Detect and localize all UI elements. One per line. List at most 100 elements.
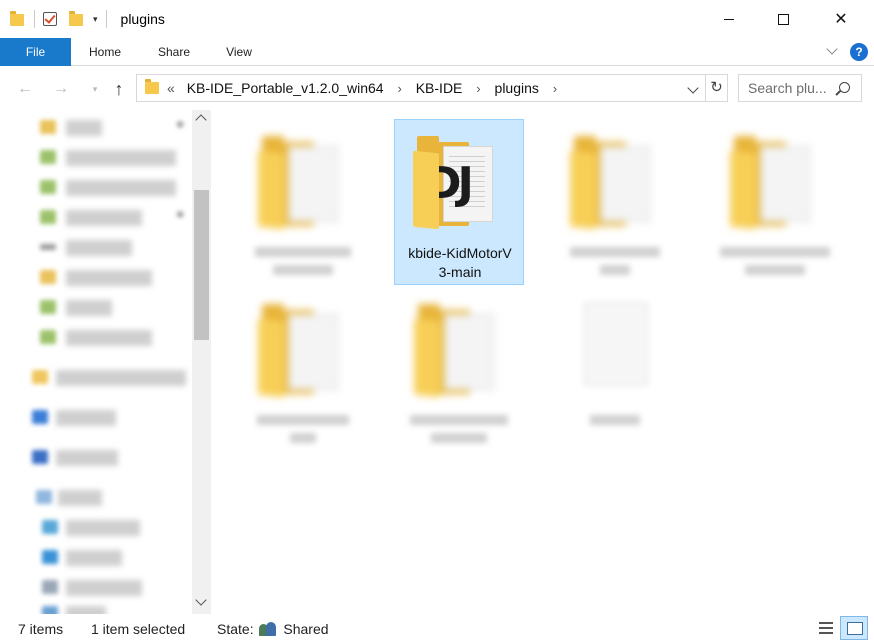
pin-icon: ✱ (176, 120, 185, 131)
folder-icon (32, 370, 48, 384)
folder-icon (42, 520, 58, 534)
nav-item[interactable] (0, 546, 190, 570)
nav-item-label (66, 150, 176, 166)
nav-item-label (66, 580, 142, 596)
folder-icon (42, 606, 58, 614)
chevron-right-icon[interactable]: › (553, 81, 557, 96)
shared-people-icon (259, 622, 277, 636)
nav-item[interactable] (0, 176, 190, 200)
quick-access-toolbar: ▾ plugins (0, 0, 165, 38)
recent-locations-dropdown[interactable]: ▾ (84, 78, 106, 100)
nav-item[interactable] (0, 576, 190, 600)
large-icons-view-icon[interactable] (840, 616, 868, 640)
nav-item-label (56, 370, 186, 386)
nav-item-label (66, 330, 152, 346)
folder-item[interactable]: J (238, 120, 368, 286)
folder-item[interactable]: J (394, 288, 524, 454)
divider (34, 10, 35, 28)
nav-item[interactable] (0, 406, 190, 430)
nav-item[interactable] (0, 146, 190, 170)
folder-icon: J (414, 300, 504, 398)
nav-item-label (66, 240, 132, 256)
nav-item[interactable]: ✱ (0, 116, 190, 140)
tab-share[interactable]: Share (152, 38, 196, 66)
tab-home[interactable]: Home (80, 38, 130, 66)
nav-item[interactable] (0, 366, 190, 390)
nav-item[interactable] (0, 446, 190, 470)
nav-item[interactable] (0, 516, 190, 540)
nav-item[interactable]: ✱ (0, 206, 190, 230)
address-history-chevron-down-icon[interactable] (687, 82, 699, 94)
customize-toolbar-dropdown-icon[interactable]: ▾ (93, 14, 98, 25)
close-button[interactable]: ✕ (818, 0, 864, 38)
back-button[interactable]: ← (14, 78, 36, 100)
folder-item-label (242, 412, 364, 448)
file-item-label (554, 412, 676, 430)
breadcrumb-item-kb-ide-portable[interactable]: KB-IDE_Portable_v1.2.0_win64 (187, 80, 384, 96)
nav-item-label (58, 490, 102, 506)
nav-item[interactable] (0, 266, 190, 290)
ribbon-tabs: File Home Share View ? (0, 38, 874, 66)
breadcrumb-item-kb-ide[interactable]: KB-IDE (416, 80, 463, 96)
folder-icon: J (258, 300, 348, 398)
nav-item-label (66, 550, 122, 566)
minimize-button[interactable] (706, 0, 752, 38)
divider (105, 10, 107, 28)
up-button[interactable]: ↑ (108, 78, 130, 100)
share-state-value: Shared (283, 621, 329, 637)
folder-icon: J (730, 132, 820, 230)
folder-icon (40, 120, 56, 134)
pin-icon: ✱ (176, 210, 185, 221)
nav-item-label (56, 410, 116, 426)
status-bar: 7 items 1 item selected State: Shared (0, 614, 874, 643)
folder-item-label: kbide-KidMotorV 3-main (399, 244, 521, 282)
help-icon[interactable]: ? (850, 43, 868, 61)
folder-icon (42, 550, 58, 564)
folder-icon (40, 180, 56, 194)
file-item[interactable] (550, 288, 680, 454)
breadcrumb-overflow-icon[interactable]: « (167, 80, 175, 96)
navigation-scrollbar[interactable] (192, 110, 211, 614)
refresh-button[interactable]: ↻ (706, 74, 728, 102)
nav-item-label (66, 270, 152, 286)
nav-item-label (66, 300, 112, 316)
share-state-label: State: (217, 621, 254, 637)
nav-item-label (56, 450, 118, 466)
nav-item[interactable] (0, 296, 190, 320)
chevron-up-icon[interactable] (195, 114, 207, 126)
search-input[interactable]: Search plu... (738, 74, 862, 102)
forward-button[interactable]: → (50, 78, 72, 100)
nav-item-label (66, 606, 106, 614)
item-count: 7 items (18, 621, 64, 637)
folder-icon (40, 330, 56, 344)
folder-icon: J (258, 132, 348, 230)
nav-item[interactable] (0, 486, 190, 510)
file-list: J DJ kbide-KidMotorV 3-main J (214, 110, 874, 614)
tab-file[interactable]: File (0, 38, 71, 66)
folder-item-selected[interactable]: DJ kbide-KidMotorV 3-main (394, 119, 524, 285)
search-placeholder: Search plu... (748, 80, 827, 96)
address-bar[interactable]: « KB-IDE_Portable_v1.2.0_win64 › KB-IDE … (136, 74, 706, 102)
breadcrumb-item-plugins[interactable]: plugins (495, 80, 539, 96)
tab-view[interactable]: View (218, 38, 260, 66)
scrollbar-thumb[interactable] (194, 190, 209, 340)
nav-item[interactable] (0, 326, 190, 350)
folder-item[interactable]: J (550, 120, 680, 286)
maximize-button[interactable] (760, 0, 806, 38)
new-folder-icon[interactable] (69, 11, 85, 27)
chevron-right-icon[interactable]: › (476, 81, 480, 96)
nav-item[interactable] (0, 236, 190, 260)
nav-item[interactable] (0, 602, 190, 614)
nav-item-label (66, 520, 140, 536)
maximize-icon (777, 13, 789, 25)
details-view-icon[interactable] (816, 618, 836, 638)
folder-item[interactable]: J (238, 288, 368, 454)
properties-icon[interactable] (43, 11, 59, 27)
expand-ribbon-chevron-icon[interactable] (826, 44, 840, 58)
folder-item[interactable]: J (710, 120, 840, 286)
chevron-down-icon[interactable] (195, 594, 207, 606)
chevron-right-icon[interactable]: › (397, 81, 401, 96)
folder-icon: DJ (413, 132, 503, 230)
folder-icon (40, 210, 56, 224)
share-state: State: Shared (217, 620, 329, 638)
